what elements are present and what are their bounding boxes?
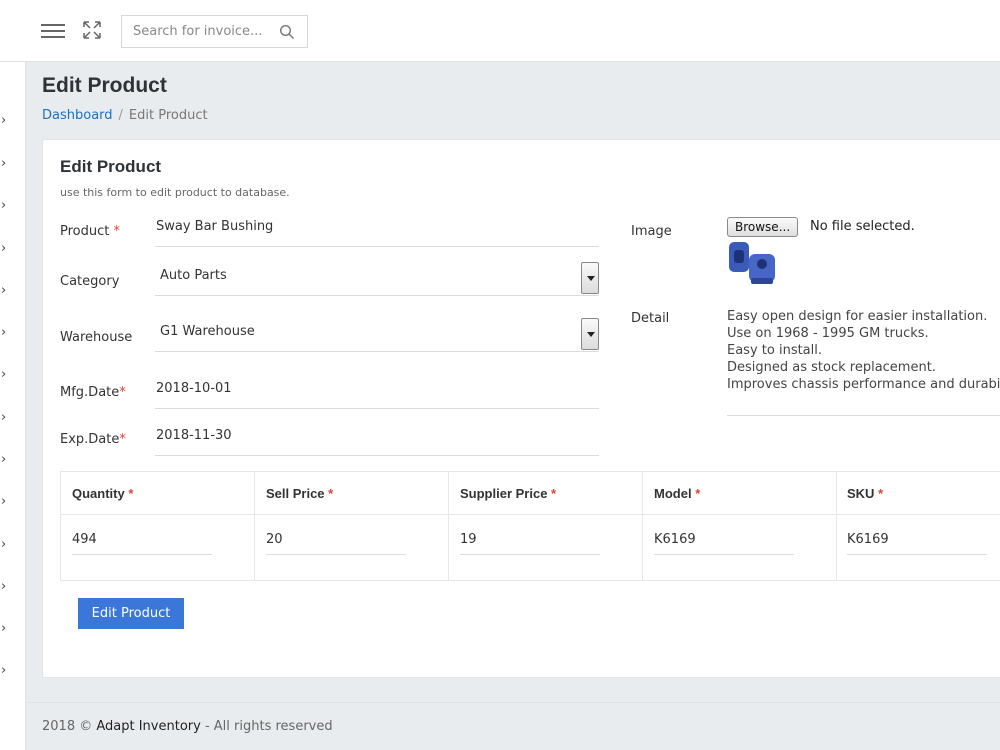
sidebar-collapsed: › › › › › › › › › › › › › ›: [0, 62, 26, 750]
sell-price-header: Sell Price *: [266, 486, 333, 501]
search-input[interactable]: [122, 16, 272, 47]
form-title: Edit Product: [60, 157, 162, 176]
sidebar-item-chevron-right-icon[interactable]: ›: [1, 664, 13, 678]
model-header-text: Model: [654, 486, 692, 501]
required-mark: *: [695, 486, 701, 501]
edit-product-card: Edit Product use this form to edit produ…: [42, 139, 1000, 678]
detail-textarea[interactable]: Easy open design for easier installation…: [727, 308, 1000, 416]
table-column-sell-price: Sell Price * 20: [255, 472, 449, 580]
supplier-price-header: Supplier Price *: [460, 486, 556, 501]
fullscreen-icon[interactable]: [83, 21, 101, 39]
exp-date-label-text: Exp.Date: [60, 432, 120, 447]
sidebar-item-chevron-right-icon[interactable]: ›: [1, 580, 13, 594]
category-select[interactable]: Auto Parts: [155, 262, 599, 296]
page-title: Edit Product: [42, 74, 167, 97]
search-box: [121, 15, 308, 48]
warehouse-select[interactable]: G1 Warehouse: [155, 318, 599, 352]
table-column-sku: SKU * K6169: [837, 472, 1000, 580]
model-input[interactable]: K6169: [654, 531, 794, 555]
mfg-date-label: Mfg.Date*: [60, 385, 126, 400]
sidebar-item-chevron-right-icon[interactable]: ›: [1, 368, 13, 382]
mfg-date-label-text: Mfg.Date: [60, 385, 120, 400]
sidebar-item-chevron-right-icon[interactable]: ›: [1, 199, 13, 213]
category-selected-value: Auto Parts: [160, 268, 227, 283]
required-mark: *: [119, 432, 126, 447]
sidebar-item-chevron-right-icon[interactable]: ›: [1, 453, 13, 467]
top-navbar: [0, 0, 1000, 62]
exp-date-input[interactable]: 2018-11-30: [155, 424, 599, 456]
table-column-model: Model * K6169: [643, 472, 837, 580]
sidebar-item-chevron-right-icon[interactable]: ›: [1, 114, 13, 128]
supplier-price-input[interactable]: 19: [460, 531, 600, 555]
required-mark: *: [128, 486, 134, 501]
breadcrumb-dashboard-link[interactable]: Dashboard: [42, 108, 113, 123]
mfg-date-input[interactable]: 2018-10-01: [155, 377, 599, 409]
browse-file-button[interactable]: Browse...: [727, 217, 799, 237]
product-name-input[interactable]: Sway Bar Bushing: [155, 215, 599, 247]
pricing-table: Quantity * 494 Sell Price * 20 Supplier …: [60, 471, 1000, 581]
detail-line: Easy to install.: [727, 343, 823, 358]
detail-label: Detail: [631, 311, 670, 326]
footer-brand-link[interactable]: Adapt Inventory: [96, 719, 200, 734]
required-mark: *: [551, 486, 557, 501]
footer-year: 2018 ©: [42, 719, 93, 734]
quantity-header-text: Quantity: [72, 486, 125, 501]
product-image-thumbnail: [727, 238, 779, 288]
sidebar-item-chevron-right-icon[interactable]: ›: [1, 538, 13, 552]
form-subtitle: use this form to edit product to databas…: [60, 186, 290, 199]
model-header: Model *: [654, 486, 700, 501]
supplier-price-header-text: Supplier Price: [460, 486, 548, 501]
detail-line: Use on 1968 - 1995 GM trucks.: [727, 326, 929, 341]
footer-text: 2018 © Adapt Inventory - All rights rese…: [42, 719, 333, 734]
sidebar-item-chevron-right-icon[interactable]: ›: [1, 326, 13, 340]
search-icon[interactable]: [279, 24, 295, 40]
sku-header-text: SKU: [847, 486, 875, 501]
footer-rights: - All rights reserved: [204, 719, 333, 734]
breadcrumb-separator: /: [118, 108, 123, 123]
product-label-text: Product: [60, 224, 110, 239]
dropdown-arrow-icon[interactable]: [581, 318, 599, 350]
required-mark: *: [878, 486, 884, 501]
product-label: Product *: [60, 224, 120, 239]
sidebar-item-chevron-right-icon[interactable]: ›: [1, 495, 13, 509]
hamburger-menu-icon[interactable]: [41, 19, 65, 43]
warehouse-label: Warehouse: [60, 330, 133, 345]
footer: 2018 © Adapt Inventory - All rights rese…: [26, 702, 1000, 750]
dropdown-arrow-icon[interactable]: [581, 262, 599, 294]
quantity-input[interactable]: 494: [72, 531, 212, 555]
file-status-text: No file selected.: [810, 219, 915, 234]
sku-input[interactable]: K6169: [847, 531, 987, 555]
sidebar-item-chevron-right-icon[interactable]: ›: [1, 411, 13, 425]
sidebar-item-chevron-right-icon[interactable]: ›: [1, 284, 13, 298]
breadcrumb-current: Edit Product: [128, 108, 208, 123]
detail-line: Designed as stock replacement.: [727, 360, 936, 375]
warehouse-selected-value: G1 Warehouse: [160, 324, 255, 339]
image-label: Image: [631, 224, 672, 239]
sidebar-item-chevron-right-icon[interactable]: ›: [1, 157, 13, 171]
sell-price-input[interactable]: 20: [266, 531, 406, 555]
sidebar-item-chevron-right-icon[interactable]: ›: [1, 242, 13, 256]
quantity-header: Quantity *: [72, 486, 133, 501]
sidebar-item-chevron-right-icon[interactable]: ›: [1, 622, 13, 636]
breadcrumb: Dashboard / Edit Product: [42, 108, 208, 123]
required-mark: *: [113, 224, 121, 239]
table-column-supplier-price: Supplier Price * 19: [449, 472, 643, 580]
sell-price-header-text: Sell Price: [266, 486, 325, 501]
edit-product-submit-button[interactable]: Edit Product: [78, 598, 184, 629]
sku-header: SKU *: [847, 486, 883, 501]
required-mark: *: [328, 486, 334, 501]
required-mark: *: [119, 385, 126, 400]
detail-line: Improves chassis performance and durabil…: [727, 377, 1000, 392]
exp-date-label: Exp.Date*: [60, 432, 126, 447]
category-label: Category: [60, 274, 120, 289]
detail-line: Easy open design for easier installation…: [727, 309, 988, 324]
table-column-quantity: Quantity * 494: [61, 472, 255, 580]
